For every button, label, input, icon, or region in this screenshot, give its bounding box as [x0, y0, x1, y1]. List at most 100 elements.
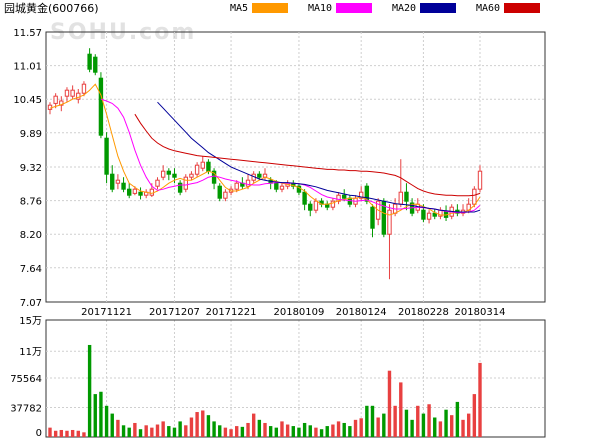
candle: [223, 189, 228, 202]
volume-bar: [189, 417, 194, 437]
candle-body: [398, 191, 403, 205]
candle-body: [98, 77, 104, 136]
candle: [291, 180, 296, 190]
price-tick-label: 7.07: [20, 298, 42, 309]
candle: [381, 198, 387, 238]
candle-body: [64, 89, 70, 97]
candle: [262, 168, 268, 181]
ma20-line: [157, 101, 481, 213]
volume-bar: [433, 417, 437, 437]
volume-bar: [427, 404, 431, 437]
candle: [93, 54, 98, 76]
candle-body: [70, 89, 75, 97]
candle: [177, 180, 183, 196]
volume-bar: [387, 370, 392, 437]
candle-body: [245, 179, 251, 187]
volume-bar: [314, 427, 318, 437]
volume-bar: [167, 426, 171, 437]
candle: [143, 189, 149, 199]
candle-body: [138, 191, 143, 196]
volume-tick-label: 0: [36, 428, 42, 439]
volume-bar: [150, 427, 154, 437]
volume-bar: [138, 429, 143, 437]
volume-bar: [178, 421, 182, 437]
candle-body: [223, 191, 228, 199]
candle-body: [426, 212, 432, 220]
volume-tick-label: 11万: [19, 347, 42, 358]
volume-bar: [268, 426, 273, 437]
volume-bar: [104, 405, 109, 437]
candle: [200, 156, 205, 172]
candle: [432, 209, 437, 220]
candle: [325, 201, 330, 211]
volume-bar: [53, 430, 58, 437]
chart-stage: SOHU.com 园城黄金(600766) MA5 MA10 MA20 MA60…: [0, 0, 600, 440]
candle: [189, 171, 194, 181]
candle: [166, 168, 172, 181]
candle: [70, 85, 75, 100]
volume-bar: [359, 418, 363, 437]
volume-tick-label: 15万: [19, 316, 42, 327]
candle: [477, 165, 483, 193]
candle-body: [53, 95, 58, 104]
volume-bar: [93, 394, 97, 437]
price-tick-label: 11.57: [13, 28, 42, 39]
volume-bar: [116, 419, 120, 437]
candle: [443, 205, 449, 221]
candle: [127, 183, 132, 199]
volume-bar: [184, 425, 188, 437]
volume-bar: [353, 419, 358, 437]
candle: [370, 204, 375, 238]
price-tick-label: 11.01: [13, 62, 42, 73]
volume-bar: [195, 412, 199, 437]
date-tick-label: 20180314: [455, 307, 506, 318]
volume-bar: [251, 413, 256, 437]
volume-bar: [212, 421, 216, 437]
candle-body: [183, 176, 188, 190]
volume-bar: [280, 421, 284, 437]
volume-bar: [370, 405, 375, 437]
volume-bar: [376, 417, 380, 437]
volume-bar: [302, 422, 307, 437]
candle-body: [127, 188, 132, 196]
candle-body: [121, 182, 126, 190]
volume-bar: [450, 415, 454, 437]
candle: [110, 165, 115, 193]
candle: [358, 186, 364, 202]
candle-body: [93, 56, 98, 73]
volume-bar: [365, 405, 369, 437]
volume-bar: [240, 426, 245, 437]
candle-body: [421, 209, 426, 220]
candle-body: [472, 188, 477, 205]
candle: [104, 132, 109, 184]
volume-bar: [461, 419, 465, 437]
volume-bar: [133, 422, 137, 437]
volume-bar: [82, 432, 86, 437]
candle-body: [217, 185, 222, 199]
candle: [115, 174, 121, 190]
candle: [279, 183, 285, 193]
candle: [138, 187, 143, 200]
candle: [98, 72, 104, 139]
candle-body: [200, 161, 205, 169]
candle-body: [104, 137, 109, 175]
volume-bar: [59, 429, 64, 437]
volume-bar: [218, 425, 222, 437]
volume-bar: [336, 421, 341, 437]
candle-body: [110, 173, 115, 190]
volume-bar: [404, 409, 409, 437]
volume-bar: [291, 426, 295, 437]
volume-bar: [121, 425, 126, 437]
candle: [398, 159, 403, 208]
candle-body: [370, 206, 375, 229]
candle-body: [387, 209, 392, 235]
price-tick-label: 7.64: [20, 264, 42, 275]
date-tick-label: 20180124: [336, 307, 387, 318]
candle: [217, 183, 222, 202]
candle-body: [404, 191, 409, 202]
price-tick-label: 8.20: [20, 230, 42, 241]
stock-chart-svg: 11.57 11.01 10.45 9.89 9.32 8.76 8.20 7.64 7.07 2…: [10, 28, 546, 439]
candle-body: [160, 170, 166, 178]
date-tick-label: 20180109: [273, 307, 324, 318]
volume-bar: [76, 430, 80, 437]
